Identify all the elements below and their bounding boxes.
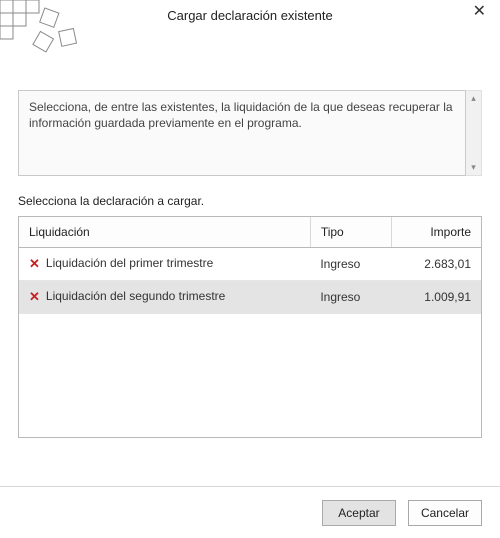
row-importe: 1.009,91 bbox=[391, 281, 481, 314]
table-row[interactable]: ✕ Liquidación del segundo trimestre Ingres… bbox=[19, 281, 481, 314]
close-icon[interactable]: ✕ bbox=[467, 2, 492, 22]
row-tipo: Ingreso bbox=[310, 281, 391, 314]
col-tipo[interactable]: Tipo bbox=[310, 217, 391, 248]
row-importe: 2.683,01 bbox=[391, 248, 481, 281]
delete-row-icon[interactable]: ✕ bbox=[29, 256, 40, 272]
instruction-scrollbar[interactable]: ▴ ▾ bbox=[466, 90, 482, 176]
delete-row-icon[interactable]: ✕ bbox=[29, 289, 40, 305]
select-prompt: Selecciona la declaración a cargar. bbox=[18, 194, 482, 208]
row-name: Liquidación del segundo trimestre bbox=[46, 289, 225, 303]
cancel-button[interactable]: Cancelar bbox=[408, 500, 482, 526]
window-title: Cargar declaración existente bbox=[0, 6, 500, 23]
row-name: Liquidación del primer trimestre bbox=[46, 256, 213, 270]
row-tipo: Ingreso bbox=[310, 248, 391, 281]
titlebar: Cargar declaración existente ✕ bbox=[0, 0, 500, 40]
scroll-up-icon[interactable]: ▴ bbox=[471, 91, 476, 106]
instruction-text: Selecciona, de entre las existentes, la … bbox=[18, 90, 466, 176]
instruction-panel: Selecciona, de entre las existentes, la … bbox=[18, 90, 482, 176]
table-header-row: Liquidación Tipo Importe bbox=[19, 217, 481, 248]
col-liquidacion[interactable]: Liquidación bbox=[19, 217, 310, 248]
dialog-footer: Aceptar Cancelar bbox=[0, 486, 500, 538]
table-row[interactable]: ✕ Liquidación del primer trimestre Ingreso… bbox=[19, 248, 481, 281]
declarations-table: Liquidación Tipo Importe ✕ Liquidación de… bbox=[18, 216, 482, 438]
col-importe[interactable]: Importe bbox=[391, 217, 481, 248]
accept-button[interactable]: Aceptar bbox=[322, 500, 396, 526]
scroll-down-icon[interactable]: ▾ bbox=[471, 160, 476, 175]
